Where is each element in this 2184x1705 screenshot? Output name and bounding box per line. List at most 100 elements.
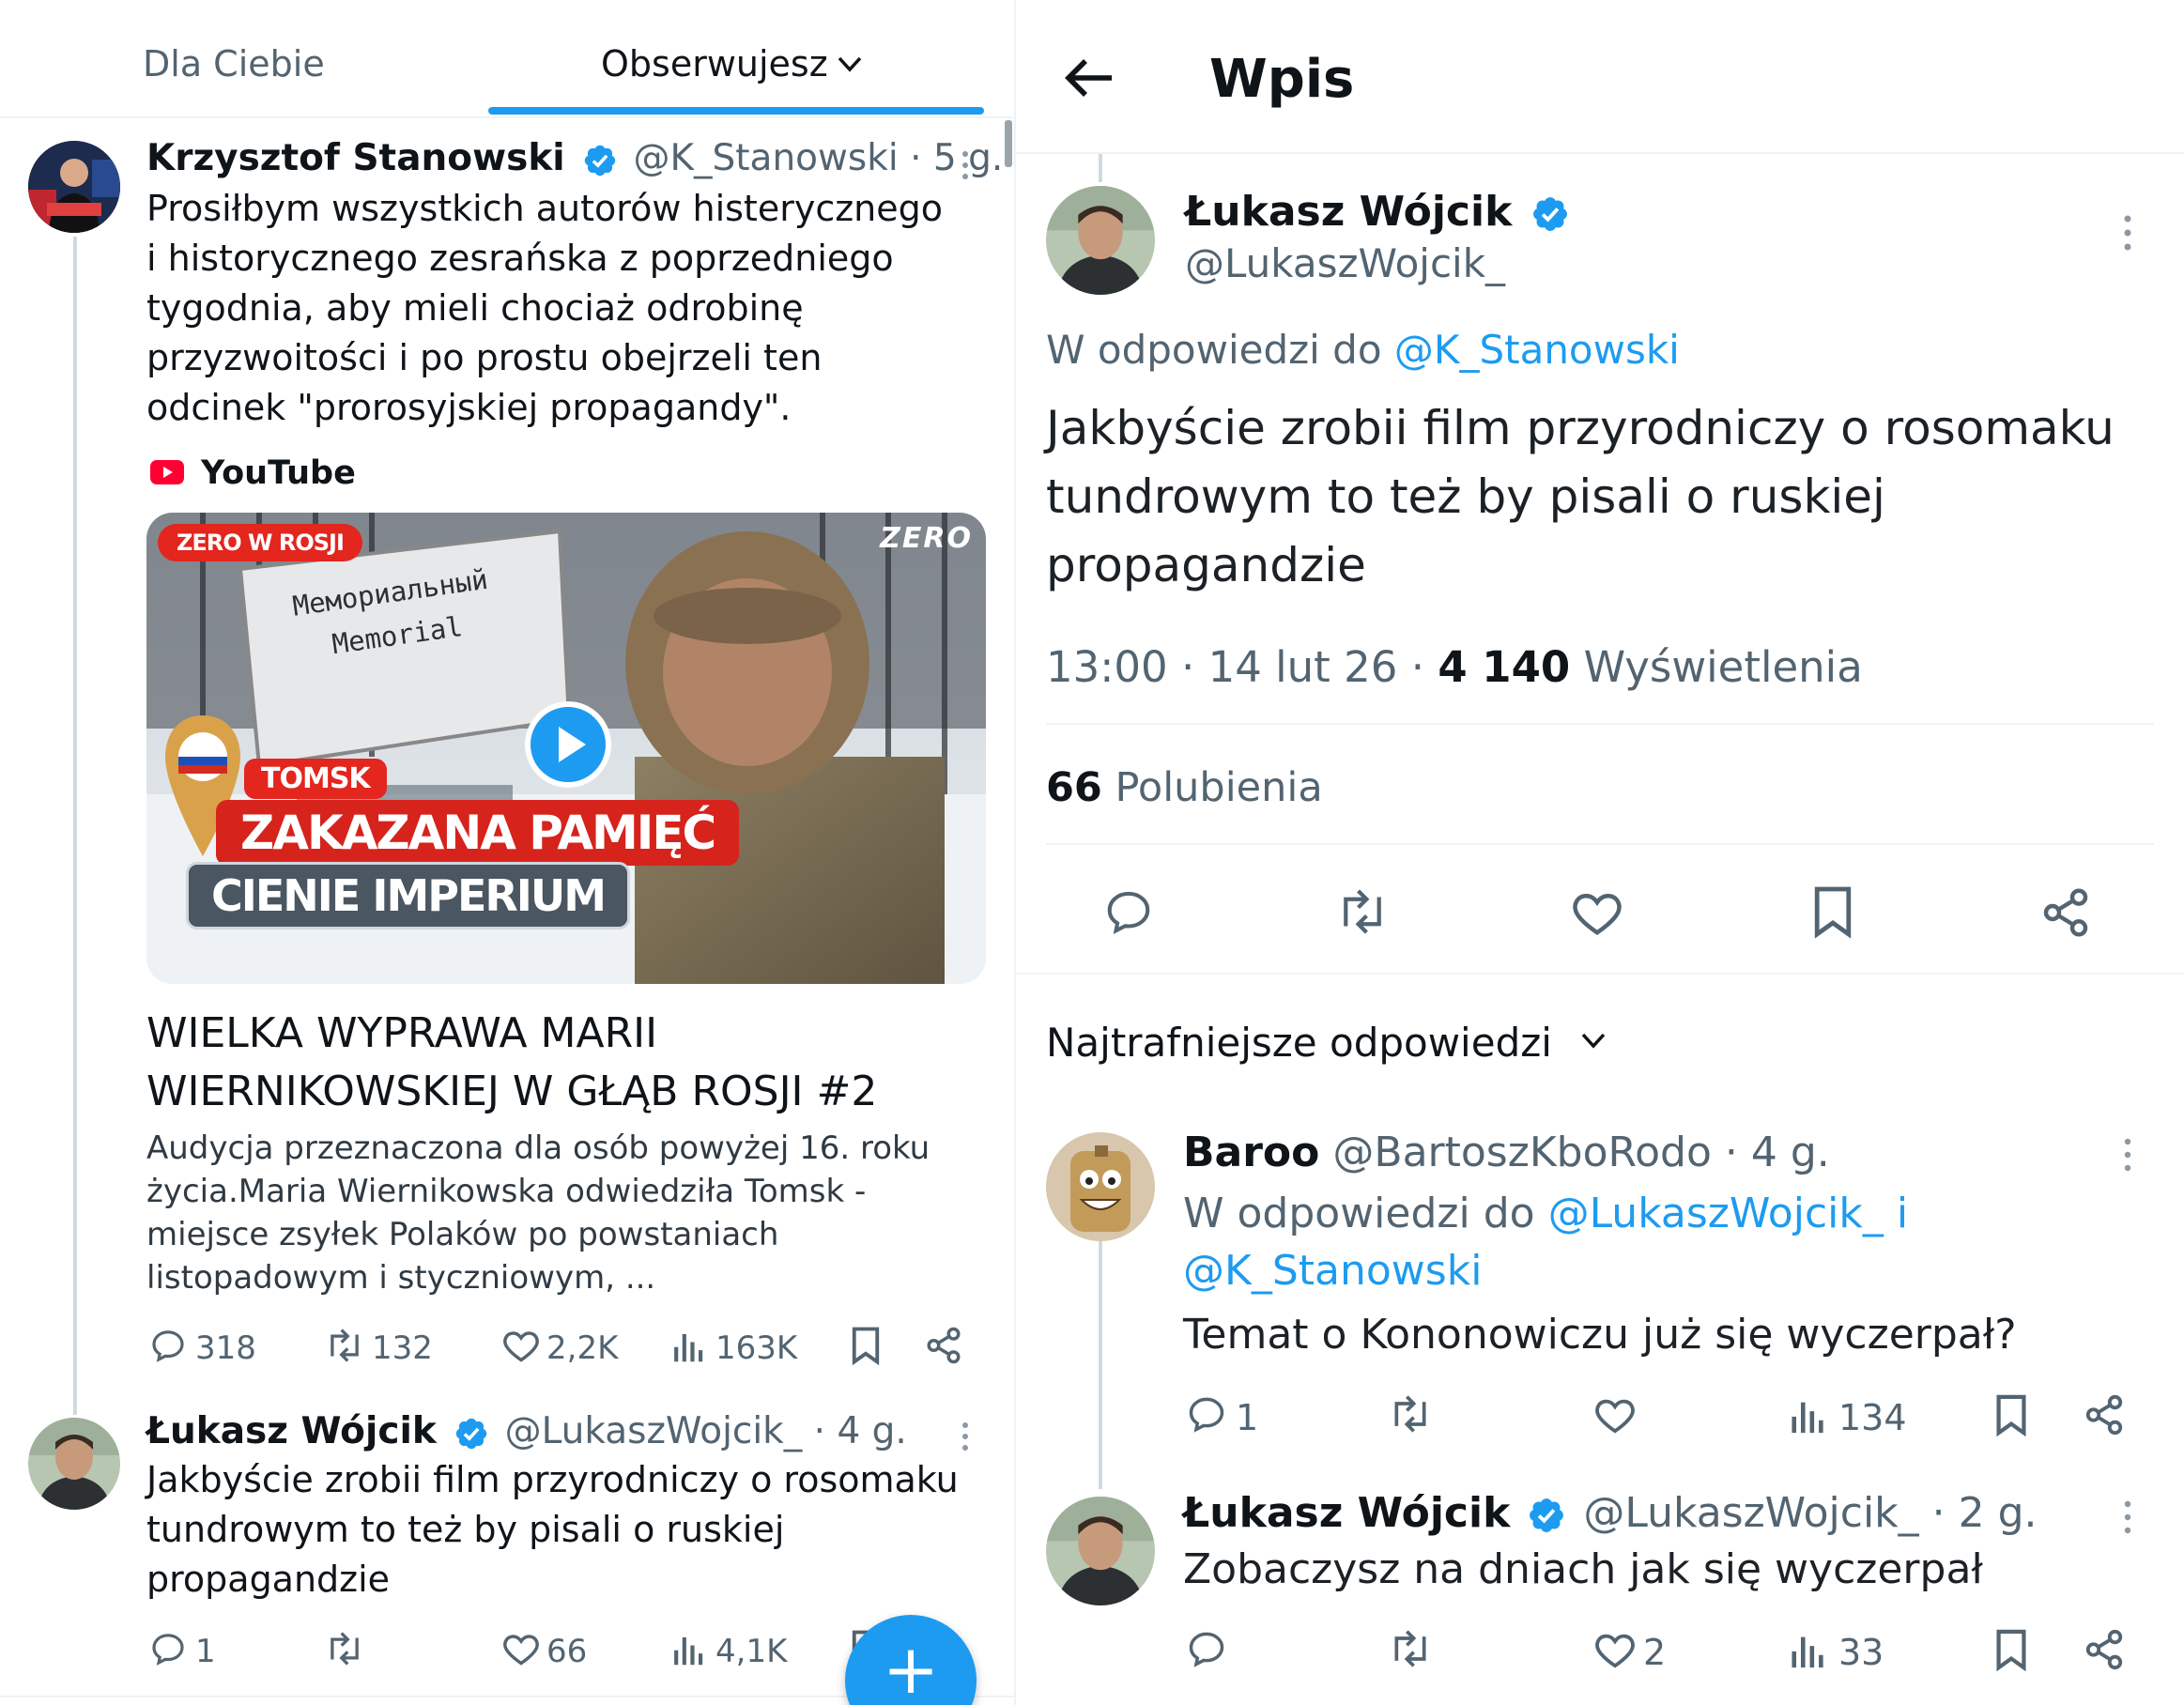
retweet-button[interactable]: [323, 1630, 366, 1667]
retweet-button[interactable]: [1386, 1393, 1435, 1435]
author-name[interactable]: Łukasz Wójcik: [1185, 188, 1512, 236]
likes-label: Polubienia: [1115, 764, 1323, 811]
like-button[interactable]: [1592, 1395, 1638, 1435]
author-name[interactable]: Krzysztof Stanowski: [146, 137, 565, 179]
views-icon[interactable]: [1790, 1395, 1827, 1435]
reply-and: i: [1896, 1190, 1909, 1237]
tweet-time[interactable]: · 5 g.: [910, 137, 1003, 179]
more-options-icon[interactable]: [2120, 212, 2135, 253]
author-handle[interactable]: @LukaszWojcik_: [505, 1410, 803, 1452]
plus-icon: +: [882, 1630, 940, 1705]
retweet-button[interactable]: [323, 1327, 366, 1364]
views-count: 134: [1838, 1397, 1907, 1438]
video-subhead: CIENIE IMPERIUM: [186, 862, 631, 929]
author-handle[interactable]: @LukaszWojcik_: [1583, 1489, 1918, 1537]
views-count: 33: [1838, 1632, 1884, 1673]
reply-mention-link[interactable]: @LukaszWojcik_: [1548, 1190, 1884, 1237]
video-badge: ZERO W ROSJI: [158, 524, 362, 561]
bookmark-icon[interactable]: [1810, 884, 1855, 939]
views-icon[interactable]: [1790, 1630, 1827, 1669]
avatar[interactable]: [1046, 1132, 1155, 1241]
share-icon[interactable]: [2083, 1393, 2126, 1436]
tweet-time[interactable]: · 4 g.: [814, 1410, 907, 1452]
author-name[interactable]: Łukasz Wójcik: [1183, 1489, 1510, 1537]
reply-button[interactable]: [1185, 1393, 1228, 1435]
reply-time[interactable]: · 4 g.: [1725, 1129, 1830, 1176]
tweet-header: Łukasz Wójcik @LukaszWojcik_ · 4 g.: [146, 1410, 907, 1452]
views-label: Wyświetlenia: [1583, 642, 1863, 692]
reply-count: 1: [195, 1633, 216, 1670]
actions-divider: [1016, 973, 2184, 975]
tweet-header: Krzysztof Stanowski @K_Stanowski · 5 g.: [146, 137, 1003, 179]
verified-badge-icon: [454, 1416, 489, 1452]
reply-button[interactable]: [1102, 886, 1155, 937]
verified-badge-icon: [582, 143, 618, 178]
bookmark-icon[interactable]: [1992, 1393, 2030, 1436]
card-title[interactable]: WIELKA WYPRAWA MARII WIERNIKOWSKIEJ W GŁ…: [146, 1005, 954, 1121]
bookmark-icon[interactable]: [849, 1326, 883, 1365]
play-button[interactable]: [524, 700, 612, 789]
reply-prefix: W odpowiedzi do: [1046, 327, 1382, 373]
meta-divider: [1046, 723, 2154, 725]
tab-active-indicator: [488, 107, 984, 115]
share-icon[interactable]: [924, 1326, 963, 1365]
likes-count: 66: [1046, 764, 1102, 811]
bookmark-icon[interactable]: [1992, 1628, 2030, 1671]
reply-button[interactable]: [148, 1327, 188, 1364]
avatar[interactable]: [1046, 1497, 1155, 1605]
reply-time[interactable]: · 2 g.: [1932, 1489, 2038, 1537]
retweet-button[interactable]: [1386, 1628, 1435, 1669]
likes-summary[interactable]: 66 Polubienia: [1046, 764, 1323, 811]
detail-panel: Wpis Łukasz Wójcik @LukaszWojcik_ W odpo…: [1016, 0, 2184, 1705]
chevron-down-icon[interactable]: [1579, 1031, 1607, 1052]
video-tag: TOMSK: [244, 759, 387, 799]
author-name[interactable]: Łukasz Wójcik: [146, 1410, 437, 1452]
thread-line: [73, 237, 77, 1415]
chevron-down-icon[interactable]: [836, 54, 864, 75]
like-count: 2,2K: [546, 1329, 619, 1367]
tab-for-you[interactable]: Dla Ciebie: [143, 43, 325, 84]
reply-context: W odpowiedzi do @K_Stanowski: [1046, 327, 1680, 373]
like-button[interactable]: [1570, 888, 1624, 937]
reply-count: 318: [195, 1329, 256, 1367]
like-button[interactable]: [1592, 1630, 1638, 1669]
post-text: Jakbyście zrobii film przyrodniczy o ros…: [1046, 401, 2115, 592]
like-button[interactable]: [501, 1631, 541, 1667]
author-handle[interactable]: @BartoszKboRodo: [1332, 1129, 1712, 1176]
views-icon[interactable]: [672, 1631, 706, 1667]
more-options-icon[interactable]: [958, 148, 973, 182]
reply-count: 1: [1236, 1397, 1259, 1438]
post-timestamp[interactable]: 13:00 · 14 lut 26 ·: [1046, 642, 1424, 692]
back-arrow-icon[interactable]: [1063, 54, 1115, 101]
reply-button[interactable]: [148, 1630, 188, 1667]
reply-mention-link[interactable]: @K_Stanowski: [1394, 327, 1680, 373]
avatar[interactable]: [28, 1418, 120, 1510]
author-handle[interactable]: @K_Stanowski: [633, 137, 898, 179]
reply-text: Zobaczysz na dniach jak się wyczerpał: [1183, 1545, 1983, 1593]
more-options-icon[interactable]: [2120, 1136, 2135, 1174]
author-name-row: Łukasz Wójcik: [1185, 188, 1570, 236]
replies-sort-dropdown[interactable]: Najtrafniejsze odpowiedzi: [1046, 1020, 1552, 1066]
retweet-button[interactable]: [1333, 886, 1392, 937]
avatar[interactable]: [1046, 186, 1155, 295]
scrollbar-thumb[interactable]: [1005, 120, 1012, 167]
reply-button[interactable]: [1185, 1628, 1228, 1669]
reply-mention-link[interactable]: @K_Stanowski: [1183, 1247, 1482, 1295]
video-thumbnail[interactable]: ZERO W ROSJI ZERO Мемориальный Memorial …: [146, 513, 986, 984]
views-icon[interactable]: [672, 1328, 706, 1363]
post-meta: 13:00 · 14 lut 26 · 4 140 Wyświetlenia: [1046, 642, 1863, 692]
like-button[interactable]: [501, 1328, 541, 1363]
page-title: Wpis: [1209, 49, 1355, 110]
avatar[interactable]: [28, 141, 120, 233]
tab-following[interactable]: Obserwujesz: [601, 43, 828, 84]
author-name[interactable]: Baroo: [1183, 1129, 1319, 1176]
share-icon[interactable]: [2083, 1628, 2126, 1671]
youtube-icon: [150, 460, 184, 484]
share-icon[interactable]: [2039, 886, 2092, 939]
reply-header: Baroo @BartoszKboRodo · 4 g.: [1183, 1129, 1830, 1176]
author-handle[interactable]: @LukaszWojcik_: [1185, 240, 1505, 286]
tabs-divider: [0, 116, 1014, 118]
more-options-icon[interactable]: [2120, 1498, 2135, 1536]
more-options-icon[interactable]: [958, 1420, 973, 1453]
link-source[interactable]: YouTube: [201, 454, 356, 492]
